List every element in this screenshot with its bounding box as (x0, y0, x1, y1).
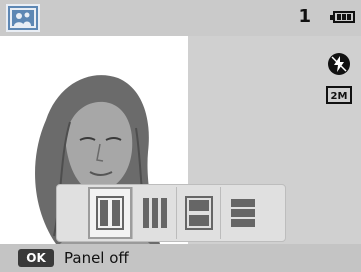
shooting-mode-icon[interactable] (6, 4, 40, 32)
status-bar: 1 (0, 0, 361, 36)
bottom-hint-bar: OK Panel off (0, 244, 361, 272)
battery-icon (330, 11, 355, 23)
panel-layout-picker (56, 184, 286, 242)
flash-off-icon[interactable] (328, 53, 350, 75)
hint-text: Panel off (64, 249, 129, 267)
two-vertical-panels-option[interactable] (88, 187, 132, 239)
three-horizontal-panels-option[interactable] (220, 187, 264, 239)
image-size-2m-icon[interactable]: 2M (326, 86, 352, 104)
ok-button[interactable]: OK (18, 249, 54, 267)
svg-text:2M: 2M (331, 91, 348, 102)
two-horizontal-panels-option[interactable] (176, 187, 220, 239)
camera-screen: 1 2M OK Panel off (0, 0, 361, 272)
three-vertical-panels-option[interactable] (132, 187, 176, 239)
shot-counter: 1 (298, 6, 311, 27)
